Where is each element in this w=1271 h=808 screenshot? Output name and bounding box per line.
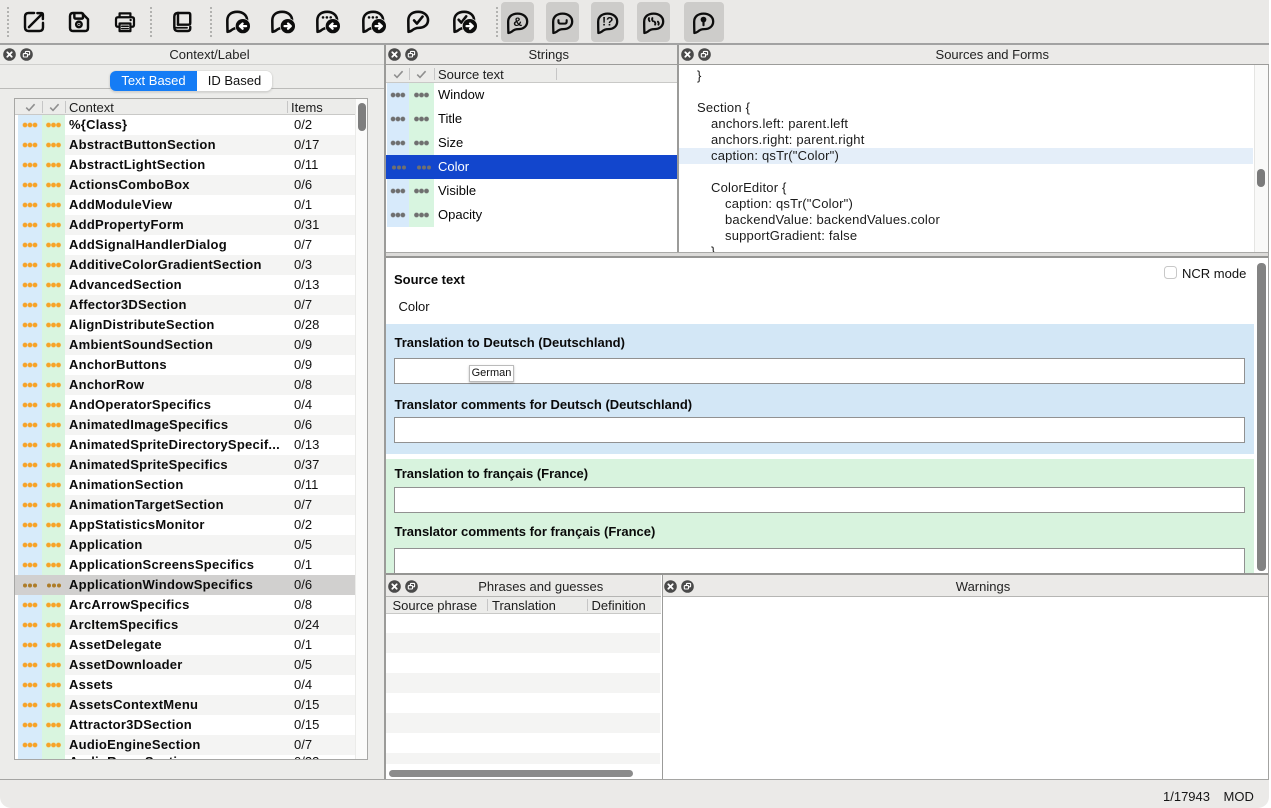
svg-text:&: & bbox=[513, 14, 522, 28]
svg-text:!?: !? bbox=[602, 14, 613, 28]
